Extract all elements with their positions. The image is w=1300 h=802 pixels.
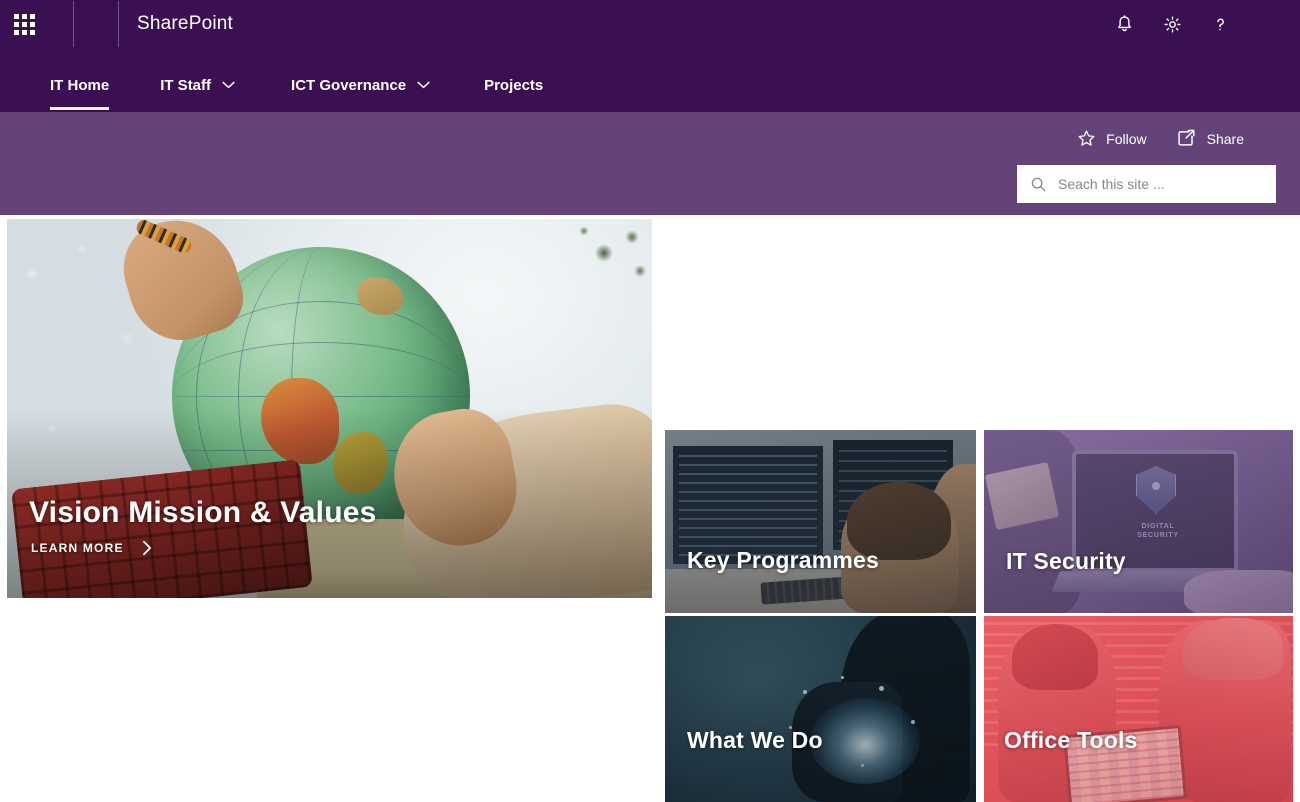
tile-title: Vision Mission & Values (29, 496, 377, 529)
notifications-button[interactable] (1100, 0, 1148, 48)
security-purple-tint (984, 430, 1293, 613)
question-mark-icon (1216, 17, 1224, 30)
follow-label: Follow (1106, 130, 1147, 147)
share-icon (1177, 129, 1195, 146)
waffle-grid-icon (13, 13, 35, 35)
nav-item-label: IT Home (50, 76, 110, 94)
settings-button[interactable] (1148, 0, 1196, 48)
nav-item-projects[interactable]: Projects (484, 48, 543, 112)
site-navigation: IT Home IT Staff ICT Governance Projects (0, 48, 1300, 112)
office-red-tint (984, 616, 1293, 802)
nav-item-it-staff[interactable]: IT Staff (160, 48, 235, 112)
site-search-box[interactable] (1017, 165, 1276, 203)
tile-title: What We Do (687, 727, 823, 753)
nav-item-ict-governance[interactable]: ICT Governance (291, 48, 430, 112)
learn-more-label: LEARN MORE (31, 541, 124, 555)
search-icon (1031, 177, 1046, 191)
chevron-down-icon (222, 81, 235, 89)
nav-item-it-home[interactable]: IT Home (50, 48, 110, 112)
star-outline-icon (1078, 130, 1095, 146)
key-scrim (665, 430, 976, 613)
tile-it-security[interactable]: DIGITAL SECURITY IT Security (984, 430, 1293, 613)
gear-icon (1163, 15, 1181, 33)
sharepoint-brand-link[interactable]: SharePoint (137, 13, 233, 35)
chevron-down-icon (417, 81, 430, 89)
suite-actions (1100, 0, 1300, 48)
nav-active-underline (50, 107, 110, 110)
search-input[interactable] (1058, 165, 1258, 203)
suite-bar: SharePoint (0, 0, 1300, 48)
tile-title: Office Tools (1004, 727, 1138, 753)
bell-icon (1117, 14, 1131, 31)
tile-key-programmes[interactable]: Key Programmes (665, 430, 976, 613)
nav-item-label: ICT Governance (291, 76, 407, 94)
suite-divider-2 (118, 1, 119, 47)
tile-title: IT Security (1006, 548, 1126, 574)
tile-title: Key Programmes (687, 547, 879, 573)
suite-divider-1 (73, 1, 74, 47)
nav-item-label: Projects (484, 76, 544, 94)
chevron-right-icon (142, 540, 151, 556)
what-we-do-scrim (665, 616, 976, 802)
share-label: Share (1206, 130, 1244, 147)
tile-what-we-do[interactable]: What We Do (665, 616, 976, 802)
follow-button[interactable]: Follow (1076, 128, 1147, 149)
nav-item-label: IT Staff (160, 76, 212, 94)
site-actions: Follow Share (1076, 128, 1244, 149)
hero-web-part: Vision Mission & Values LEARN MORE Key P… (0, 215, 1300, 802)
learn-more-link[interactable]: LEARN MORE (31, 540, 153, 556)
help-button[interactable] (1196, 0, 1244, 48)
tile-vision-mission-values[interactable]: Vision Mission & Values LEARN MORE (7, 219, 652, 598)
app-launcher-button[interactable] (0, 0, 48, 48)
hero-branch (532, 219, 652, 299)
share-button[interactable]: Share (1175, 128, 1244, 149)
tile-office-tools[interactable]: Office Tools (984, 616, 1293, 802)
